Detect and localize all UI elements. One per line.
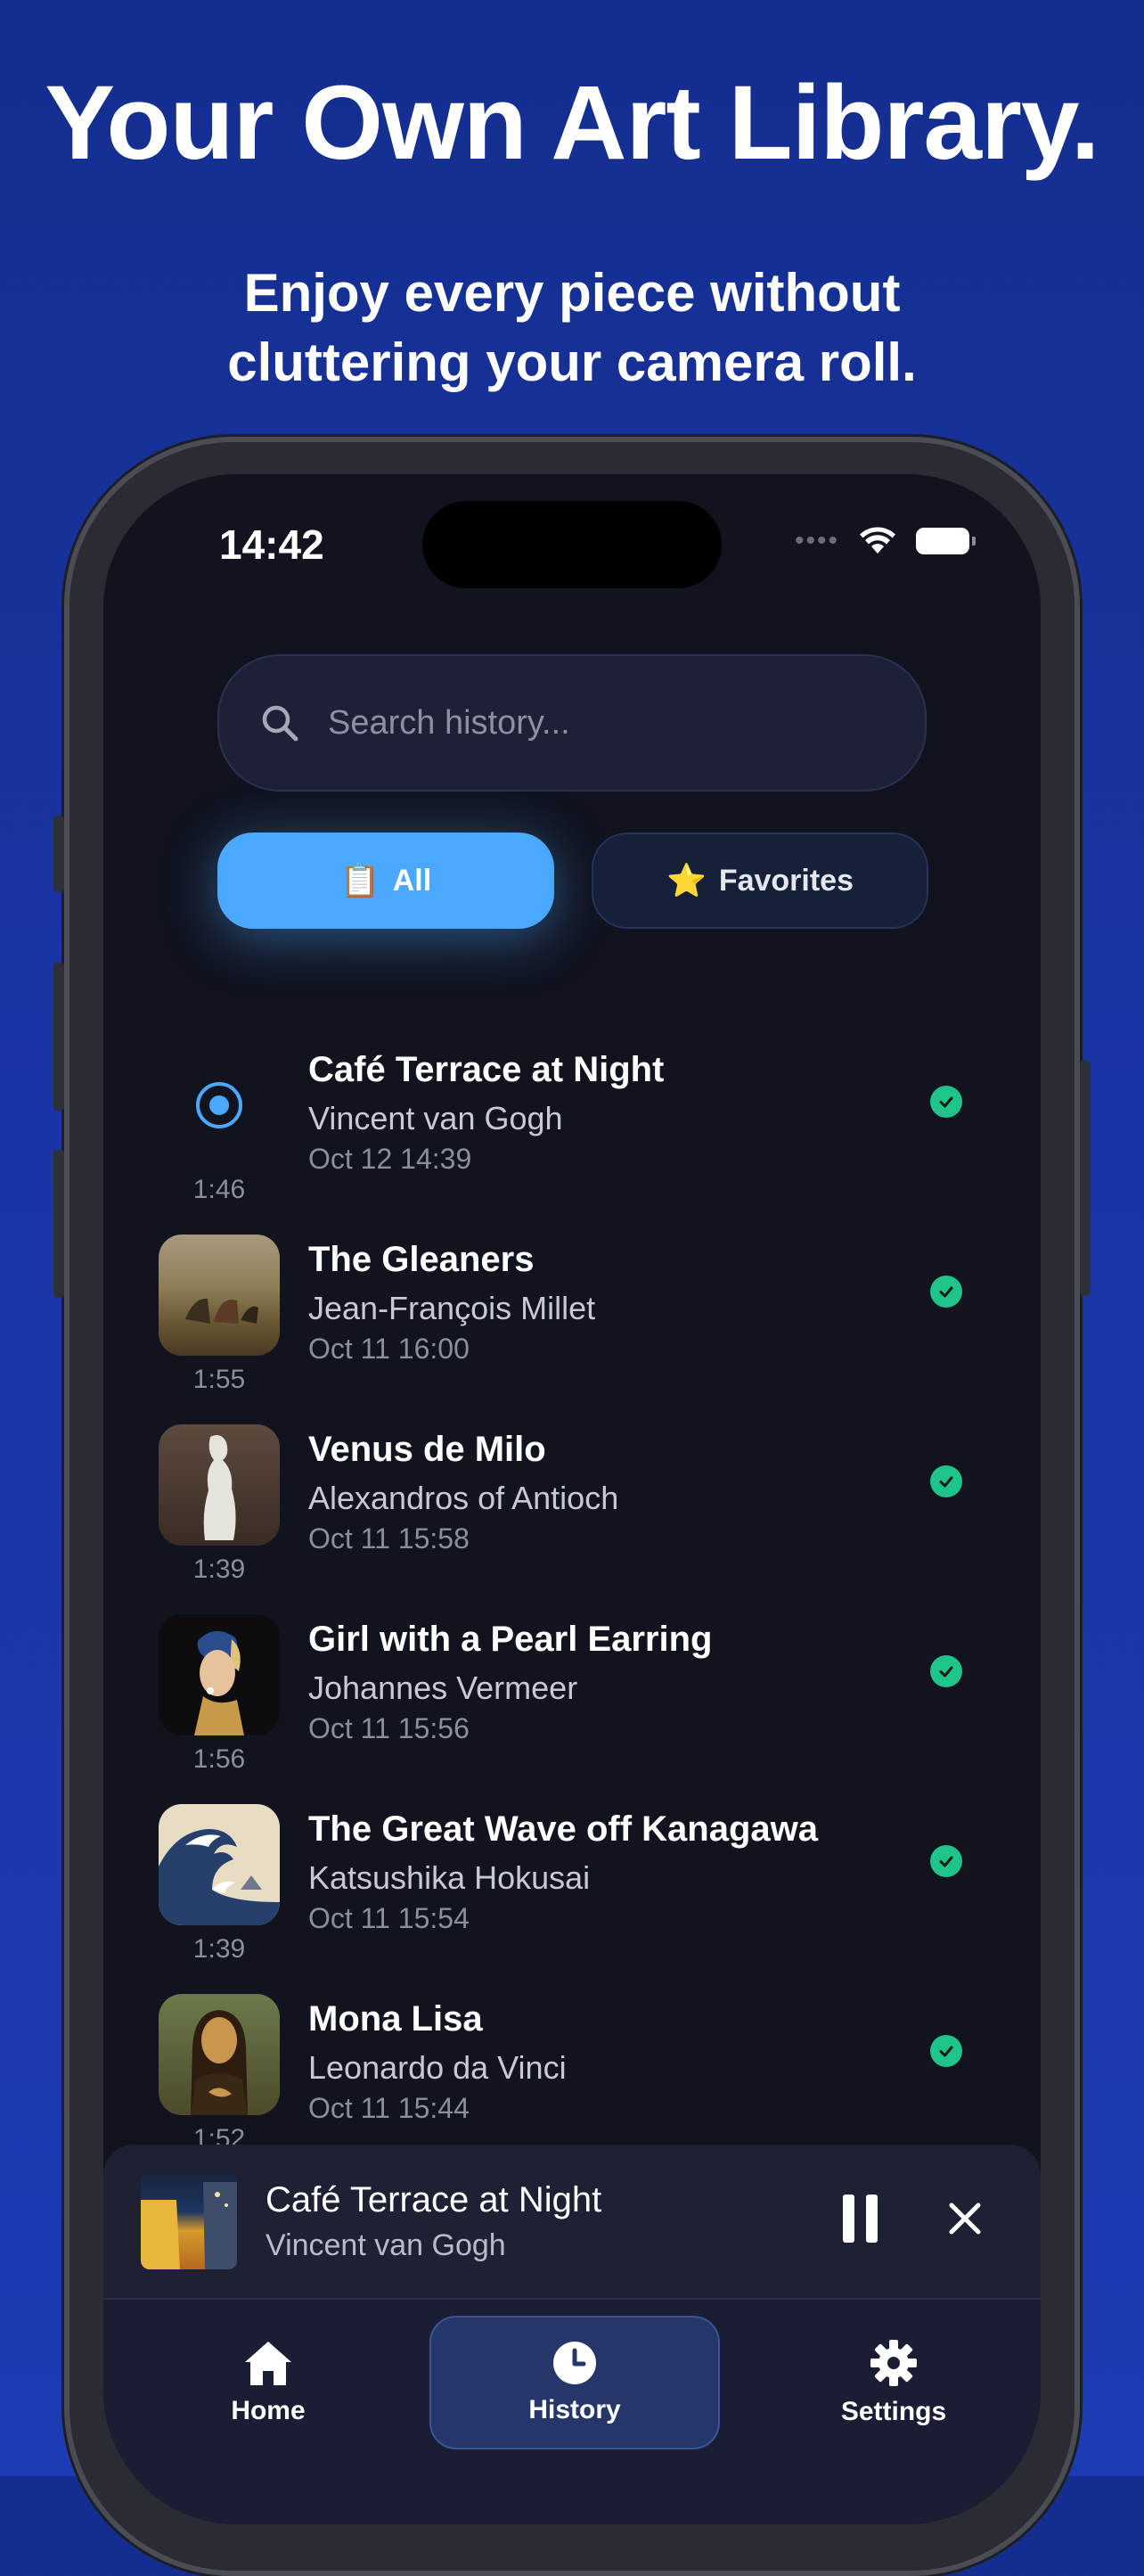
tab-settings-label: Settings	[840, 2397, 947, 2426]
tab-home[interactable]: Home	[121, 2316, 415, 2449]
artwork-title: The Great Wave off Kanagawa	[308, 1809, 818, 1849]
dynamic-island	[422, 501, 722, 588]
duration: 1:46	[192, 1175, 246, 1204]
artist-name: Leonardo da Vinci	[308, 2049, 567, 2086]
check-icon	[930, 1655, 962, 1687]
gear-icon	[870, 2340, 917, 2386]
status-time: 14:42	[219, 521, 324, 568]
search-input[interactable]	[326, 702, 882, 743]
subline-line-1: Enjoy every piece without	[243, 263, 901, 323]
duration: 1:55	[192, 1365, 246, 1394]
phone-volume-down-button	[53, 1150, 64, 1298]
duration: 1:39	[192, 1934, 246, 1964]
timestamp: Oct 11 15:44	[308, 2092, 470, 2124]
pause-button[interactable]	[843, 2195, 878, 2243]
battery-icon	[916, 528, 976, 554]
phone-power-button	[1080, 1061, 1091, 1296]
history-row[interactable]: 1:39 Venus de Milo Alexandros of Antioch…	[103, 1424, 1041, 1614]
duration: 1:56	[192, 1744, 246, 1774]
tab-history-label: History	[528, 2395, 621, 2424]
artist-name: Alexandros of Antioch	[308, 1480, 619, 1516]
artwork-thumbnail	[159, 1994, 280, 2115]
check-icon	[930, 1465, 962, 1497]
history-row[interactable]: 1:56 Girl with a Pearl Earring Johannes …	[103, 1614, 1041, 1804]
artist-name: Johannes Vermeer	[308, 1669, 578, 1706]
wifi-icon	[860, 527, 895, 554]
artwork-title: Venus de Milo	[308, 1430, 546, 1469]
check-icon	[930, 1845, 962, 1877]
subline: Enjoy every piece without cluttering you…	[0, 258, 1144, 398]
artwork-title: Mona Lisa	[308, 1999, 483, 2039]
tab-favorites-label: Favorites	[718, 863, 854, 898]
history-row[interactable]: 1:39 The Great Wave off Kanagawa Katsush…	[103, 1804, 1041, 1994]
star-icon: ⭐	[666, 862, 707, 898]
artist-name: Vincent van Gogh	[308, 1100, 563, 1136]
artwork-thumbnail	[159, 1804, 280, 1925]
artwork-title: The Gleaners	[308, 1240, 535, 1279]
app-screen: 14:42 •••• 📋 All ⭐ Favorites	[103, 474, 1041, 2524]
home-icon	[245, 2342, 291, 2385]
phone-volume-up-button	[53, 963, 64, 1111]
search-bar[interactable]	[217, 654, 927, 792]
subline-line-2: cluttering your camera roll.	[227, 332, 917, 392]
history-row[interactable]: 1:55 The Gleaners Jean-François Millet O…	[103, 1235, 1041, 1424]
tab-bar: Home History Settings	[103, 2298, 1041, 2524]
timestamp: Oct 11 16:00	[308, 1333, 470, 1365]
artwork-thumbnail	[159, 1235, 280, 1356]
artist-name: Katsushika Hokusai	[308, 1859, 591, 1896]
tab-home-label: Home	[231, 2396, 306, 2425]
tab-all[interactable]: 📋 All	[217, 833, 554, 929]
timestamp: Oct 11 15:58	[308, 1522, 470, 1555]
duration: 1:39	[192, 1555, 246, 1584]
check-icon	[930, 2035, 962, 2067]
status-icons: ••••	[794, 526, 976, 556]
timestamp: Oct 12 14:39	[308, 1143, 472, 1175]
artwork-thumbnail	[159, 1424, 280, 1546]
close-button[interactable]	[944, 2198, 985, 2239]
now-playing-bar[interactable]: Café Terrace at Night Vincent van Gogh	[103, 2145, 1041, 2298]
timestamp: Oct 11 15:56	[308, 1712, 470, 1744]
now-playing-artist: Vincent van Gogh	[266, 2228, 506, 2262]
timestamp: Oct 11 15:54	[308, 1902, 470, 1934]
history-row[interactable]: 1:46 Café Terrace at Night Vincent van G…	[103, 1045, 1041, 1235]
check-icon	[930, 1086, 962, 1118]
clock-icon	[553, 2342, 596, 2384]
check-icon	[930, 1276, 962, 1308]
signal-icon: ••••	[794, 526, 839, 555]
now-playing-title: Café Terrace at Night	[266, 2180, 602, 2219]
tab-settings[interactable]: Settings	[747, 2316, 1041, 2449]
artwork-title: Girl with a Pearl Earring	[308, 1620, 713, 1659]
artwork-title: Café Terrace at Night	[308, 1050, 665, 1089]
playing-icon	[159, 1045, 280, 1166]
headline: Your Own Art Library.	[45, 64, 1099, 182]
artwork-thumbnail	[159, 1614, 280, 1735]
tab-all-label: All	[392, 863, 432, 898]
search-icon	[262, 705, 298, 742]
tab-favorites[interactable]: ⭐ Favorites	[592, 833, 928, 929]
tab-history[interactable]: History	[429, 2316, 720, 2449]
phone-action-button	[53, 816, 64, 892]
clipboard-icon: 📋	[339, 862, 380, 898]
close-icon	[949, 2203, 981, 2235]
now-playing-thumbnail	[141, 2173, 237, 2269]
artist-name: Jean-François Millet	[308, 1290, 596, 1326]
